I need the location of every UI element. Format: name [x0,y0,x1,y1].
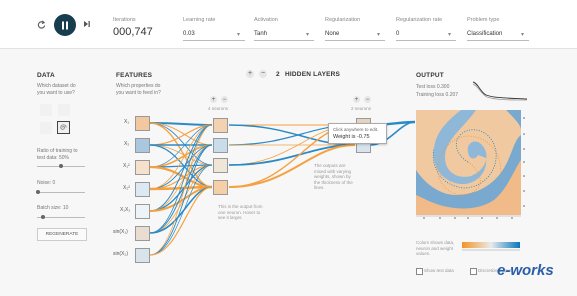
feature-label-sinx2: sin(X₂) [113,251,128,257]
output-title: OUTPUT [416,72,444,79]
test-loss: Test loss 0.300 [416,84,450,90]
add-neuron-layer2[interactable]: + [353,96,360,103]
feature-node-x1[interactable] [135,116,150,131]
feature-node-sinx2[interactable] [135,248,150,263]
feature-label-x1: X₁ [124,119,130,125]
hidden-neuron-1-4[interactable] [213,180,228,195]
remove-neuron-layer2[interactable]: − [364,96,371,103]
feature-node-x2[interactable] [135,138,150,153]
loss-chart [472,81,528,101]
feature-label-x2: X₂ [124,141,130,147]
output-heatmap [416,110,521,215]
feature-node-x1sq[interactable] [135,160,150,175]
remove-layer-button[interactable]: − [259,70,267,78]
feature-label-x1sq: X₁² [123,163,130,169]
layer-count: 2 [276,71,280,78]
feature-node-x2sq[interactable] [135,182,150,197]
color-scale-legend [462,242,520,251]
layer2-neuron-count: 2 neurons [351,106,372,111]
hidden-neuron-1-2[interactable] [213,138,228,153]
remove-neuron-layer1[interactable]: − [221,96,228,103]
loss-curve-test [472,81,528,100]
show-test-data-checkbox[interactable] [416,268,423,275]
neuron-hint-note: This is the output from one neuron. Hove… [218,204,263,220]
color-legend-note: Colors shows data, neuron and weight val… [416,240,455,256]
add-layer-button[interactable]: + [246,70,254,78]
feature-label-x2sq: X₂² [123,185,130,191]
layer1-neuron-count: 4 neurons [208,106,229,111]
add-neuron-layer1[interactable]: + [210,96,217,103]
tooltip-weight: Weight is -0.75 [333,134,370,140]
weights-hint-note: The outputs are mixed with varying weigh… [314,163,353,190]
ework-watermark: e-works [497,262,554,279]
discretize-output-checkbox[interactable] [470,268,477,275]
show-test-data-label: Show test data [424,268,454,273]
feature-node-x1x2[interactable] [135,204,150,219]
feature-node-sinx1[interactable] [135,226,150,241]
hidden-layers-title: HIDDEN LAYERS [285,71,341,78]
tooltip-hint: Click anywhere to edit. [333,127,379,132]
weight-tooltip[interactable]: Click anywhere to edit. Weight is -0.75 [328,123,387,144]
training-loss: Training loss 0.207 [416,92,459,98]
hidden-neuron-1-1[interactable] [213,118,228,133]
feature-label-sinx1: sin(X₁) [113,229,128,235]
heatmap-y-axis [523,117,525,207]
heatmap-x-axis [416,215,521,219]
hidden-neuron-1-3[interactable] [213,158,228,173]
feature-label-x1x2: X₁X₂ [120,207,131,213]
